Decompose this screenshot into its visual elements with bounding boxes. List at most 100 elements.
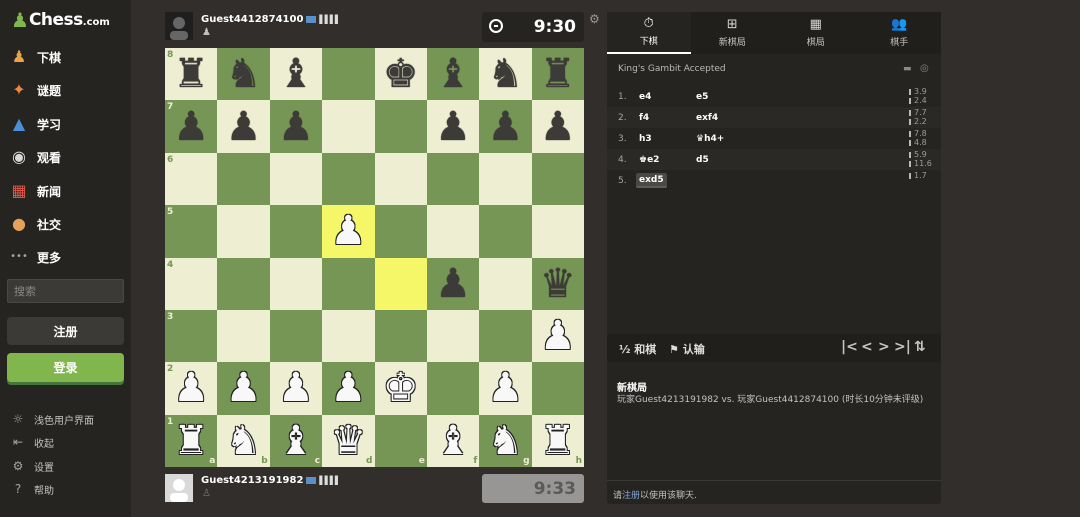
tab-players[interactable]: 👥 棋手 [857,12,941,54]
square-c7[interactable]: ♟ [269,100,323,153]
white-move[interactable]: e4 [636,89,654,104]
black-rook-icon[interactable]: ♜ [540,54,576,94]
bottom-player-avatar[interactable] [165,474,193,502]
square-a7[interactable]: 7 ♟ [165,100,218,153]
square-h7[interactable]: ♟ [531,100,584,153]
black-pawn-icon[interactable]: ♟ [173,107,209,147]
square-g5[interactable] [479,205,532,258]
flip-board-icon[interactable]: ⇅ [914,339,926,355]
white-queen-icon[interactable]: ♛ [330,421,366,461]
top-player-name[interactable]: Guest4412874100 [201,14,303,25]
book-icon[interactable]: ▬ [903,64,912,74]
white-move[interactable]: f4 [636,110,652,125]
sidebar-light-ui[interactable]: ☼ 浅色用户界面 [10,411,94,427]
square-d8[interactable] [322,48,375,101]
square-a8[interactable]: 8 ♜ [165,48,218,101]
register-button[interactable]: 注册 [7,317,124,345]
black-pawn-icon[interactable]: ♟ [435,107,471,147]
chess-board[interactable]: 8 ♜ ♞ ♝ ♚ ♝ ♞ ♜ 7 ♟ ♟ ♟ ♟ ♟ ♟ 6 5 ♟ 4 ♟ ♛ 3 ♟ 2 ♟ ♟ ♟ ♟ ♚ ♟ 1 a ♜ b ♞ c ♝ d ♛ e… [165,48,584,467]
sidebar-item-watch[interactable]: ◉ 观看 [9,146,61,168]
sidebar-collapse[interactable]: ⇤ 收起 [10,434,54,450]
square-b5[interactable] [217,205,270,258]
square-b1[interactable]: b ♞ [217,414,270,467]
square-f8[interactable]: ♝ [426,48,480,101]
white-pawn-icon[interactable]: ♟ [330,211,366,251]
black-queen-icon[interactable]: ♛ [540,264,576,304]
square-h3[interactable]: ♟ [531,309,584,363]
last-move-icon[interactable]: >| [894,339,911,355]
white-move[interactable]: ♚e2 [636,152,662,167]
square-d7[interactable] [322,100,375,153]
square-f7[interactable]: ♟ [426,100,480,153]
square-e7[interactable] [374,100,427,153]
square-e8[interactable]: ♚ [374,48,427,101]
square-g1[interactable]: g ♞ [479,414,532,467]
square-h1[interactable]: h ♜ [531,414,584,467]
square-b3[interactable] [217,309,270,363]
black-move[interactable]: exf4 [693,110,721,125]
black-pawn-icon[interactable]: ♟ [488,107,524,147]
square-f2[interactable] [426,362,480,415]
square-e3[interactable] [374,309,427,363]
black-rook-icon[interactable]: ♜ [173,54,209,94]
sidebar-item-play[interactable]: ♟ 下棋 [9,46,61,68]
white-knight-icon[interactable]: ♞ [488,421,524,461]
square-d2[interactable]: ♟ [322,362,375,415]
sidebar-item-more[interactable]: ••• 更多 [9,246,61,268]
square-g7[interactable]: ♟ [479,100,532,153]
square-g8[interactable]: ♞ [479,48,532,101]
square-a4[interactable]: 4 [165,257,218,310]
square-d4[interactable] [322,257,375,310]
white-pawn-icon[interactable]: ♟ [173,368,209,408]
square-h8[interactable]: ♜ [531,48,584,101]
square-f4[interactable]: ♟ [426,257,480,310]
top-player-avatar[interactable] [165,12,193,40]
bottom-player-name[interactable]: Guest4213191982 [201,475,303,486]
square-a3[interactable]: 3 [165,309,218,363]
square-b8[interactable]: ♞ [217,48,270,101]
black-move[interactable]: e5 [693,89,711,104]
square-e6[interactable] [374,152,427,206]
square-f5[interactable] [426,205,480,258]
black-knight-icon[interactable]: ♞ [226,54,262,94]
tab-games[interactable]: ▦ 棋局 [774,12,858,54]
chess-com-logo[interactable]: ♟ Chess .com [11,8,110,32]
white-pawn-icon[interactable]: ♟ [330,368,366,408]
square-e1[interactable]: e [374,414,427,467]
square-h5[interactable] [531,205,584,258]
square-e4[interactable] [374,257,427,310]
white-pawn-icon[interactable]: ♟ [540,316,576,356]
square-b2[interactable]: ♟ [217,362,270,415]
first-move-icon[interactable]: |< [841,339,858,355]
sidebar-help[interactable]: ? 帮助 [10,481,54,497]
square-c8[interactable]: ♝ [269,48,323,101]
square-h2[interactable] [531,362,584,415]
tab-play[interactable]: ⏱ 下棋 [607,12,691,54]
white-rook-icon[interactable]: ♜ [540,421,576,461]
login-button[interactable]: 登录 [7,353,124,382]
black-move[interactable]: ♛h4+ [693,131,727,146]
square-g4[interactable] [479,257,532,310]
square-c3[interactable] [269,309,323,363]
square-c1[interactable]: c ♝ [269,414,323,467]
square-d5[interactable]: ♟ [322,205,375,258]
square-h4[interactable]: ♛ [531,257,584,310]
search-input[interactable] [7,279,124,303]
square-f3[interactable] [426,309,480,363]
square-f6[interactable] [426,152,480,206]
sidebar-item-social[interactable]: ● 社交 [9,213,61,235]
white-move[interactable]: exd5 [636,173,667,188]
sidebar-item-puzzles[interactable]: ✦ 谜题 [9,79,61,101]
tab-new-game[interactable]: ⊞ 新棋局 [690,12,774,54]
chat-register-link[interactable]: 注册 [622,491,640,501]
square-d1[interactable]: d ♛ [322,414,375,467]
square-c6[interactable] [269,152,323,206]
square-g6[interactable] [479,152,532,206]
prev-move-icon[interactable]: < [861,339,873,355]
square-d3[interactable] [322,309,375,363]
square-d6[interactable] [322,152,375,206]
next-move-icon[interactable]: > [878,339,890,355]
white-rook-icon[interactable]: ♜ [173,421,209,461]
compass-icon[interactable]: ◎ [920,63,929,74]
top-player-name-row[interactable]: Guest4412874100 ▌▌▌▌ [201,14,341,25]
